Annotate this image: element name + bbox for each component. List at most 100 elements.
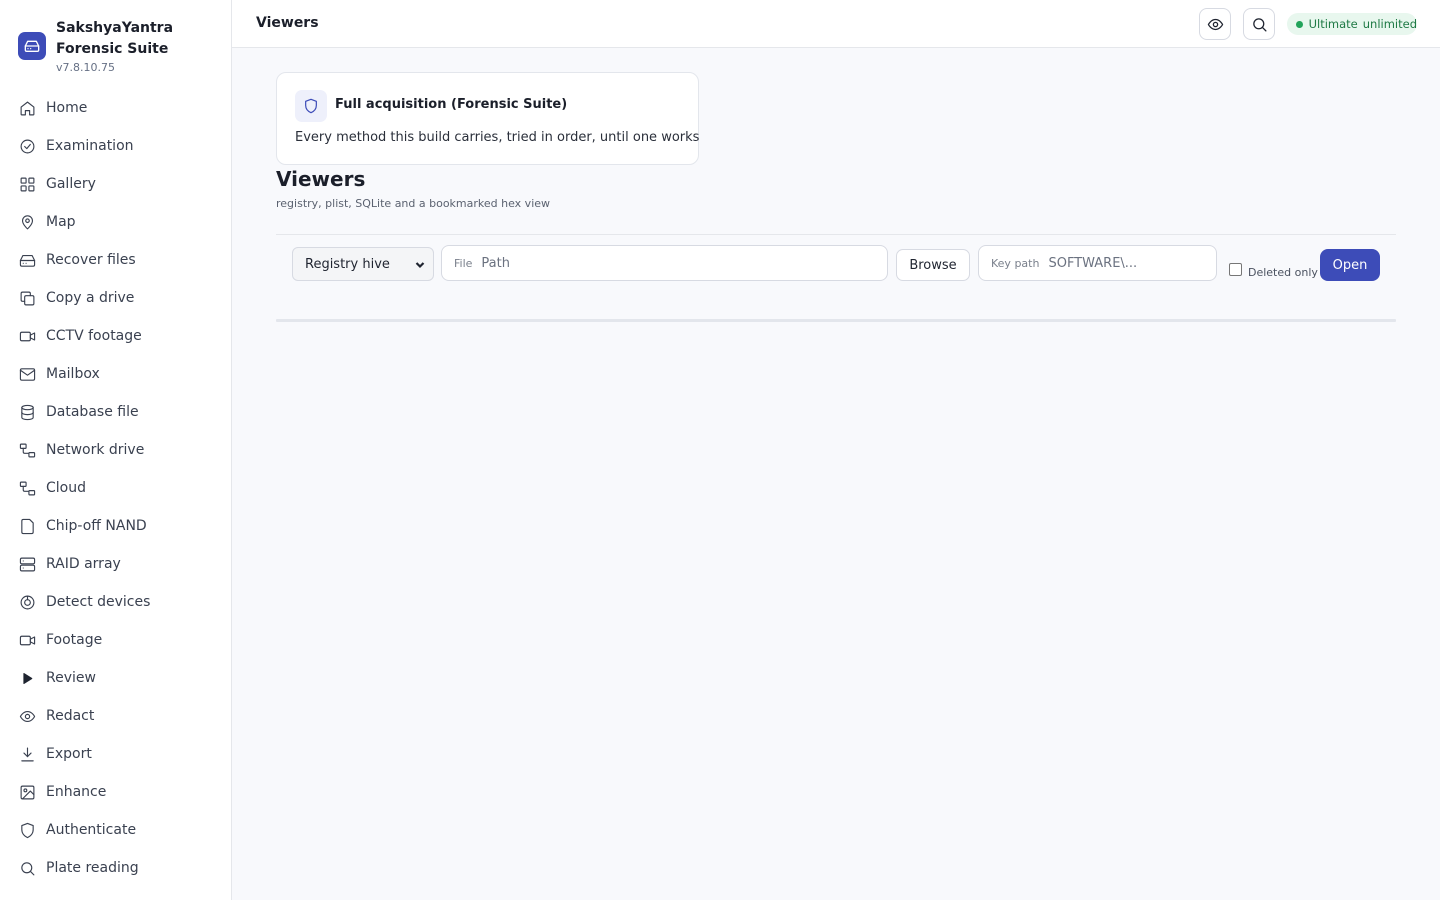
- sidebar-item-label: RAID array: [46, 556, 121, 572]
- browse-button[interactable]: Browse: [896, 249, 970, 281]
- sidebar-item-authenticate[interactable]: Authenticate: [0, 811, 231, 849]
- sidebar-item-label: Home: [46, 100, 88, 116]
- key-path-label: Key path: [991, 256, 1040, 270]
- viewer-type-select[interactable]: Registry hive: [292, 247, 434, 281]
- deleted-only-checkbox[interactable]: [1229, 263, 1242, 276]
- network-icon: [18, 441, 36, 459]
- card-description: Every method this build carries, tried i…: [295, 130, 700, 145]
- copy-icon: [18, 289, 36, 307]
- image-icon: [18, 783, 36, 801]
- sidebar-item-home[interactable]: Home: [0, 89, 231, 127]
- map-pin-icon: [18, 213, 36, 231]
- grid-icon: [18, 175, 36, 193]
- hard-drive-icon: [18, 251, 36, 269]
- mail-icon: [18, 365, 36, 383]
- sidebar-nav: Home Examination Gallery Map Recover fil…: [0, 89, 231, 887]
- card-title: Full acquisition (Forensic Suite): [335, 97, 568, 112]
- sidebar-item-footage[interactable]: Footage: [0, 621, 231, 659]
- key-path-input[interactable]: [1048, 255, 1216, 271]
- sidebar-item-label: Detect devices: [46, 594, 151, 610]
- chip-icon: [18, 517, 36, 535]
- eye-icon: [18, 707, 36, 725]
- play-icon: [18, 669, 36, 687]
- sidebar-item-cctv-footage[interactable]: CCTV footage: [0, 317, 231, 355]
- search-button[interactable]: [1243, 8, 1275, 40]
- sidebar-item-mailbox[interactable]: Mailbox: [0, 355, 231, 393]
- sidebar-item-plate-reading[interactable]: Plate reading: [0, 849, 231, 887]
- file-field: File: [441, 245, 888, 281]
- sidebar-item-label: Map: [46, 214, 76, 230]
- page-subtitle: registry, plist, SQLite and a bookmarked…: [276, 197, 551, 210]
- app-logo-icon: [18, 32, 46, 60]
- open-button[interactable]: Open: [1320, 249, 1380, 281]
- sidebar-item-network-drive[interactable]: Network drive: [0, 431, 231, 469]
- video-icon: [18, 631, 36, 649]
- target-icon: [18, 593, 36, 611]
- sidebar-item-label: Mailbox: [46, 366, 100, 382]
- file-label: File: [454, 256, 473, 270]
- visibility-button[interactable]: [1199, 8, 1231, 40]
- results-divider: [276, 319, 1396, 322]
- sidebar-item-raid-array[interactable]: RAID array: [0, 545, 231, 583]
- sidebar-item-redact[interactable]: Redact: [0, 697, 231, 735]
- key-path-field: Key path: [978, 245, 1217, 281]
- sidebar-item-label: Footage: [46, 632, 103, 648]
- sidebar-item-detect-devices[interactable]: Detect devices: [0, 583, 231, 621]
- page-title: Viewers: [276, 167, 366, 191]
- search-icon: [1252, 17, 1267, 32]
- server-icon: [18, 555, 36, 573]
- sidebar-item-label: Examination: [46, 138, 134, 154]
- sidebar-item-label: Authenticate: [46, 822, 137, 838]
- home-icon: [18, 99, 36, 117]
- video-icon: [18, 327, 36, 345]
- sidebar-item-export[interactable]: Export: [0, 735, 231, 773]
- search-icon: [18, 859, 36, 877]
- sidebar-item-label: Redact: [46, 708, 95, 724]
- database-icon: [18, 403, 36, 421]
- license-plan: Ultimate: [1308, 17, 1358, 31]
- sidebar-item-label: Review: [46, 670, 96, 686]
- file-path-input[interactable]: [481, 255, 887, 271]
- license-badge: Ultimate unlimited: [1287, 13, 1417, 35]
- sidebar-item-label: Database file: [46, 404, 139, 420]
- app-name: SakshyaYantra Forensic Suite: [56, 20, 174, 57]
- sidebar-item-database-file[interactable]: Database file: [0, 393, 231, 431]
- sidebar-item-label: Gallery: [46, 176, 96, 192]
- app-version: v7.8.10.75: [56, 61, 115, 74]
- sidebar-item-chip-off-nand[interactable]: Chip-off NAND: [0, 507, 231, 545]
- viewer-toolbar: Registry hive File Browse Key path Delet…: [276, 235, 1396, 321]
- viewer-type-value: Registry hive: [305, 256, 390, 272]
- sidebar: SakshyaYantra Forensic Suite v7.8.10.75 …: [0, 0, 232, 900]
- deleted-only-label: Deleted only: [1248, 266, 1318, 279]
- header-title: Viewers: [256, 15, 319, 31]
- top-bar: Viewers Ultimate unlimited: [232, 0, 1440, 48]
- eye-icon: [1207, 18, 1223, 30]
- shield-icon: [295, 90, 327, 122]
- chevron-down-icon: [415, 262, 425, 269]
- sidebar-item-examination[interactable]: Examination: [0, 127, 231, 165]
- cloud-network-icon: [18, 479, 36, 497]
- sidebar-item-label: Cloud: [46, 480, 86, 496]
- download-icon: [18, 745, 36, 763]
- check-circle-icon: [18, 137, 36, 155]
- sidebar-item-cloud[interactable]: Cloud: [0, 469, 231, 507]
- sidebar-item-label: Enhance: [46, 784, 107, 800]
- sidebar-item-map[interactable]: Map: [0, 203, 231, 241]
- sidebar-item-label: Copy a drive: [46, 290, 135, 306]
- sidebar-item-label: Plate reading: [46, 860, 139, 876]
- sidebar-item-label: CCTV footage: [46, 328, 142, 344]
- sidebar-item-recover-files[interactable]: Recover files: [0, 241, 231, 279]
- sidebar-item-review[interactable]: Review: [0, 659, 231, 697]
- sidebar-item-label: Recover files: [46, 252, 136, 268]
- acquisition-card: Full acquisition (Forensic Suite) Every …: [276, 72, 699, 165]
- sidebar-item-label: Export: [46, 746, 92, 762]
- sidebar-item-copy-a-drive[interactable]: Copy a drive: [0, 279, 231, 317]
- sidebar-item-enhance[interactable]: Enhance: [0, 773, 231, 811]
- status-dot-icon: [1296, 20, 1303, 28]
- license-status: unlimited: [1362, 17, 1417, 31]
- sidebar-item-label: Network drive: [46, 442, 145, 458]
- brand: SakshyaYantra Forensic Suite v7.8.10.75: [18, 18, 221, 74]
- shield-icon: [18, 821, 36, 839]
- sidebar-item-gallery[interactable]: Gallery: [0, 165, 231, 203]
- sidebar-item-label: Chip-off NAND: [46, 518, 147, 534]
